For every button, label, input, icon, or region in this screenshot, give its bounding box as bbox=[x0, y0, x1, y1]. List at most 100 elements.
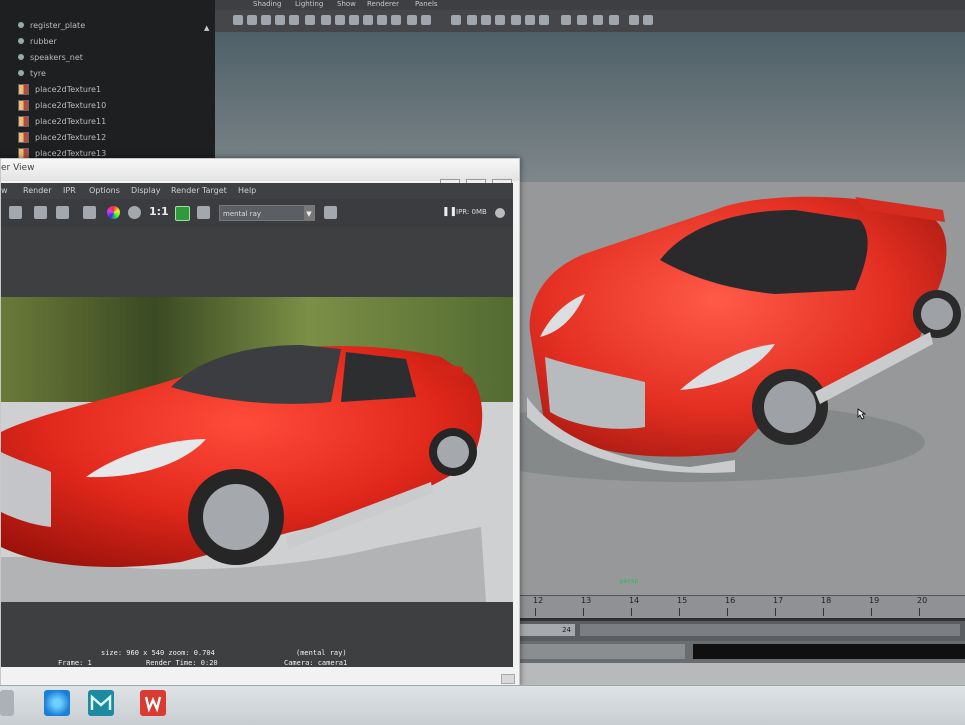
real-size-button[interactable]: 1:1 bbox=[149, 205, 169, 218]
command-result-field bbox=[693, 644, 965, 659]
viewport-tool-icon[interactable] bbox=[467, 15, 477, 25]
render-image-canvas[interactable] bbox=[1, 227, 513, 667]
node-icon bbox=[18, 54, 24, 60]
viewport-tool-icon[interactable] bbox=[421, 15, 431, 25]
render-car-side-window bbox=[341, 352, 416, 402]
ie-icon[interactable] bbox=[44, 690, 70, 716]
alpha-channel-icon[interactable] bbox=[128, 206, 141, 219]
render-car-front-rim bbox=[203, 484, 269, 550]
viewport-tool-icon[interactable] bbox=[233, 15, 243, 25]
viewport-tool-icon[interactable] bbox=[481, 15, 491, 25]
timeline-tick-label: 18 bbox=[821, 596, 832, 605]
snapshot-icon[interactable] bbox=[83, 206, 96, 219]
viewport-tool-icon[interactable] bbox=[609, 15, 619, 25]
render-info-overlay: size: 960 x 540 zoom: 0.704 (mental ray)… bbox=[1, 649, 513, 677]
node-icon bbox=[18, 38, 24, 44]
timeline-tick-mark bbox=[679, 608, 680, 616]
outliner-item[interactable]: place2dTexture1 bbox=[18, 81, 101, 97]
timeline-tick-label: 19 bbox=[869, 596, 880, 605]
viewport-tool-icon[interactable] bbox=[407, 15, 417, 25]
range-slider-track[interactable] bbox=[580, 624, 960, 636]
viewport-tool-icon[interactable] bbox=[495, 15, 505, 25]
outliner-scroll-up-button[interactable]: ▲ bbox=[204, 24, 212, 32]
viewport-tool-icon[interactable] bbox=[363, 15, 373, 25]
timeline-tick-label: 12 bbox=[533, 596, 544, 605]
viewport-tool-icon[interactable] bbox=[261, 15, 271, 25]
viewport-tool-icon[interactable] bbox=[539, 15, 549, 25]
render-view-menubar: w Render IPR Options Display Render Target Hel… bbox=[1, 183, 513, 199]
render-menu-ipr[interactable]: IPR bbox=[63, 186, 76, 195]
render-region-icon[interactable] bbox=[34, 206, 47, 219]
resize-grip[interactable] bbox=[501, 674, 515, 684]
wps-icon[interactable] bbox=[140, 690, 166, 716]
outliner-item[interactable]: speakers_net bbox=[18, 49, 83, 65]
remove-image-icon[interactable] bbox=[197, 206, 210, 219]
viewport-tool-icon[interactable] bbox=[629, 15, 639, 25]
render-settings-icon[interactable] bbox=[324, 206, 337, 219]
viewport-tool-icon[interactable] bbox=[247, 15, 257, 25]
renderer-dropdown[interactable]: mental ray ▼ bbox=[219, 205, 315, 221]
pause-icon[interactable]: ❚❚ bbox=[442, 207, 457, 217]
viewport-tool-icon[interactable] bbox=[321, 15, 331, 25]
viewport-menu-lighting[interactable]: Lighting bbox=[295, 0, 323, 8]
render-view-titlebar[interactable]: er View ▭ ▢ ✕ bbox=[1, 159, 519, 193]
render-menu-options[interactable]: Options bbox=[89, 186, 120, 195]
viewport-tool-icon[interactable] bbox=[377, 15, 387, 25]
outliner-item-label: place2dTexture10 bbox=[35, 100, 107, 110]
viewport-menu-panels[interactable]: Panels bbox=[415, 0, 438, 8]
render-menu-render-target[interactable]: Render Target bbox=[171, 186, 227, 195]
viewport-tool-icon[interactable] bbox=[275, 15, 285, 25]
keep-image-icon[interactable] bbox=[175, 206, 190, 221]
outliner-item-label: place2dTexture13 bbox=[35, 148, 107, 158]
render-car-rear-rim bbox=[437, 436, 469, 468]
command-input[interactable] bbox=[505, 644, 685, 659]
start-button[interactable] bbox=[0, 690, 14, 716]
viewport-tool-icon[interactable] bbox=[391, 15, 401, 25]
timeline-tick-label: 14 bbox=[629, 596, 640, 605]
render-size-info: size: 960 x 540 zoom: 0.704 bbox=[101, 649, 215, 657]
car-rear-rim bbox=[921, 298, 953, 330]
viewport-tool-icon[interactable] bbox=[451, 15, 461, 25]
outliner-item[interactable]: rubber bbox=[18, 33, 57, 49]
outliner-item-label: speakers_net bbox=[30, 52, 83, 62]
viewport-tool-icon[interactable] bbox=[349, 15, 359, 25]
help-line bbox=[505, 663, 965, 685]
viewport-tool-icon[interactable] bbox=[643, 15, 653, 25]
viewport-tool-icon[interactable] bbox=[561, 15, 571, 25]
camera-label: persp bbox=[620, 578, 639, 585]
outliner-item[interactable]: place2dTexture12 bbox=[18, 129, 106, 145]
timeline-tick-mark bbox=[535, 608, 536, 616]
viewport-toolbar bbox=[215, 10, 965, 33]
outliner-item[interactable]: tyre bbox=[18, 65, 46, 81]
viewport-tool-icon[interactable] bbox=[289, 15, 299, 25]
outliner-item-label: rubber bbox=[30, 36, 57, 46]
texture-node-icon bbox=[18, 147, 29, 159]
ipr-memory-label: IPR: 0MB bbox=[456, 208, 487, 216]
maya-icon[interactable] bbox=[88, 690, 114, 716]
render-menu-render[interactable]: Render bbox=[23, 186, 51, 195]
viewport-tool-icon[interactable] bbox=[305, 15, 315, 25]
time-slider[interactable]: 12 13 14 15 16 17 18 19 20 bbox=[505, 595, 965, 618]
node-icon bbox=[18, 70, 24, 76]
render-menu-w[interactable]: w bbox=[1, 186, 8, 195]
viewport-tool-icon[interactable] bbox=[593, 15, 603, 25]
viewport-menu-renderer[interactable]: Renderer bbox=[367, 0, 399, 8]
viewport-tool-icon[interactable] bbox=[335, 15, 345, 25]
render-view-window: er View ▭ ▢ ✕ w Render IPR Options Display Re… bbox=[0, 158, 520, 687]
timeline-tick-label: 15 bbox=[677, 596, 688, 605]
viewport-tool-icon[interactable] bbox=[577, 15, 587, 25]
ipr-refresh-icon[interactable] bbox=[56, 206, 69, 219]
outliner-item[interactable]: place2dTexture11 bbox=[18, 113, 106, 129]
viewport-menu-show[interactable]: Show bbox=[337, 0, 356, 8]
render-camera-icon[interactable] bbox=[9, 206, 22, 219]
render-menu-help[interactable]: Help bbox=[238, 186, 256, 195]
texture-node-icon bbox=[18, 131, 29, 143]
viewport-menu-shading[interactable]: Shading bbox=[253, 0, 281, 8]
viewport-tool-icon[interactable] bbox=[525, 15, 535, 25]
texture-node-icon bbox=[18, 115, 29, 127]
color-channels-icon[interactable] bbox=[107, 206, 120, 219]
viewport-tool-icon[interactable] bbox=[511, 15, 521, 25]
render-menu-display[interactable]: Display bbox=[131, 186, 161, 195]
outliner-item[interactable]: place2dTexture10 bbox=[18, 97, 106, 113]
outliner-item[interactable]: register_plate bbox=[18, 17, 85, 33]
